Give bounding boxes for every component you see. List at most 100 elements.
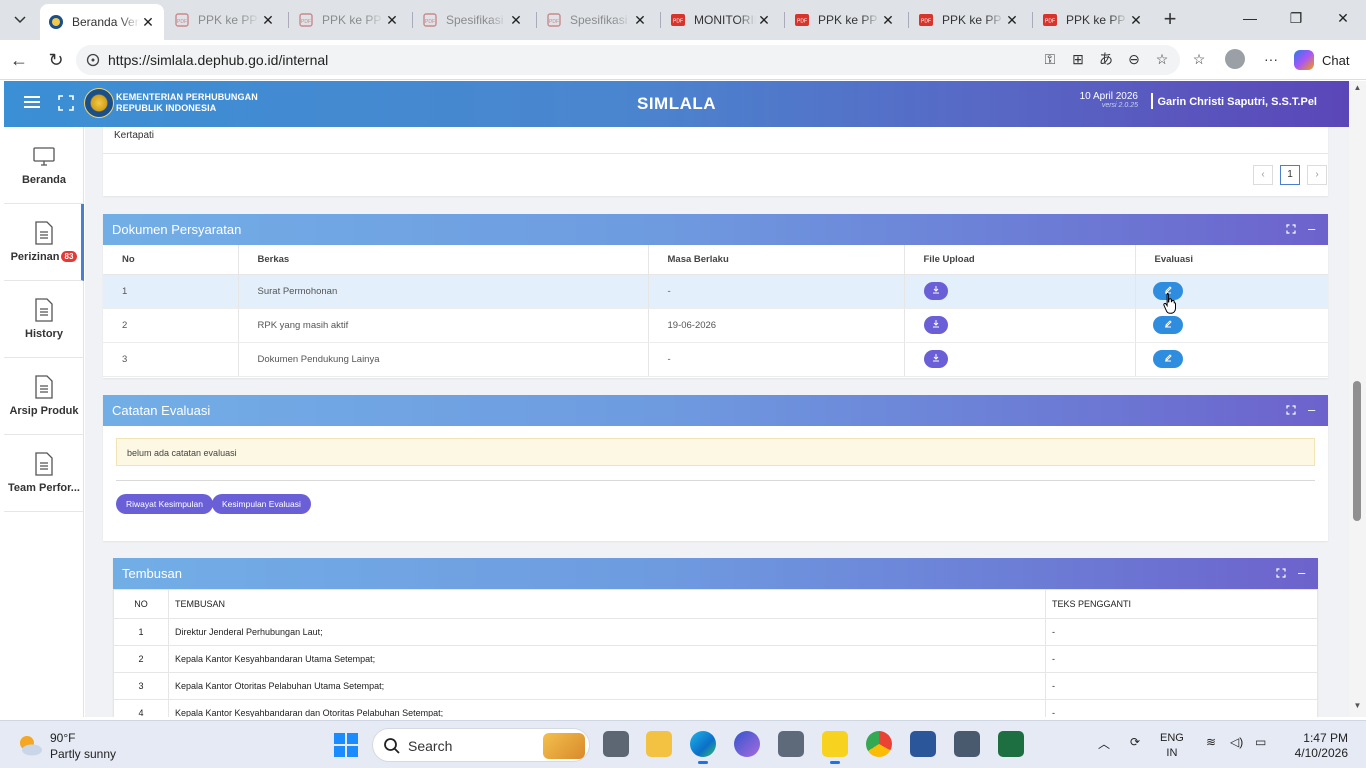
sticky-notes-icon[interactable]: [822, 731, 848, 764]
close-tab-icon[interactable]: ✕: [756, 12, 772, 29]
minimize-icon[interactable]: —: [1240, 10, 1260, 30]
sidebar-item-team-performance[interactable]: Team Perfor...: [4, 435, 84, 512]
more-dots-icon[interactable]: ···: [1262, 50, 1280, 68]
site-info-icon[interactable]: [86, 53, 100, 67]
kesimpulan-evaluasi-button[interactable]: Kesimpulan Evaluasi: [212, 494, 311, 514]
show-hidden-icons-chevron-icon[interactable]: ︿: [1098, 735, 1110, 752]
site-favicon-icon: [49, 15, 63, 29]
battery-icon[interactable]: ▭: [1255, 735, 1266, 749]
taskbar-search[interactable]: Search: [372, 728, 590, 762]
user-name[interactable]: Garin Christi Saputri, S.S.T.Pel: [1157, 96, 1317, 108]
tab-pdf[interactable]: PDF PPK ke PP Pe ✕: [910, 4, 1028, 36]
pager-page-button[interactable]: 1: [1280, 165, 1300, 185]
back-arrow-icon[interactable]: ←: [8, 49, 30, 71]
close-tab-icon[interactable]: ✕: [1128, 12, 1144, 29]
page-scrollbar[interactable]: ▲ ▼: [1349, 81, 1366, 717]
tab-actions-chevron-icon[interactable]: [6, 6, 34, 34]
volume-icon[interactable]: ◁): [1230, 735, 1243, 749]
column-header: TEKS PENGGANTI: [1045, 589, 1318, 619]
close-tab-icon[interactable]: ✕: [508, 12, 524, 29]
tab-pdf[interactable]: PDF Spesifikasi T ✕: [538, 4, 656, 36]
tab-label: PPK ke PP Pe: [198, 13, 260, 27]
collapse-minus-icon[interactable]: –: [1308, 402, 1315, 417]
card-header: Catatan Evaluasi –: [103, 395, 1328, 426]
tab-label: PPK ke PP Pe: [942, 13, 1004, 27]
hamburger-menu-icon[interactable]: [24, 96, 40, 110]
svg-text:PDF: PDF: [921, 19, 931, 25]
fullscreen-icon[interactable]: [58, 95, 74, 111]
key-icon[interactable]: ⚿: [1041, 50, 1059, 68]
tembusan-card: Tembusan – NO TEMBUSAN TEKS PENGGANTI 1 …: [113, 558, 1318, 717]
system-clock[interactable]: 1:47 PM 4/10/2026: [1282, 731, 1348, 761]
windows-start-icon[interactable]: [334, 733, 358, 757]
wifi-icon[interactable]: ≋: [1206, 735, 1216, 749]
tab-beranda[interactable]: Beranda Veri ✕: [40, 4, 164, 40]
chrome-browser-icon[interactable]: [866, 731, 892, 757]
sidebar-item-history[interactable]: History: [4, 281, 84, 358]
sidebar-item-beranda[interactable]: Beranda: [4, 127, 84, 204]
tab-pdf[interactable]: PDF MONITORIN ✕: [662, 4, 780, 36]
tab-pdf[interactable]: PDF PPK ke PP Pe ✕: [786, 4, 904, 36]
tab-pdf[interactable]: PDF PPK ke PP Pe ✕: [290, 4, 408, 36]
berkas-name: Dokumen Pendukung Lainya: [238, 342, 649, 377]
weather-widget[interactable]: 90°F Partly sunny: [16, 729, 166, 763]
dokumen-persyaratan-card: Dokumen Persyaratan – No Berkas Masa Ber…: [103, 214, 1328, 378]
new-tab-plus-icon[interactable]: +: [1158, 8, 1182, 32]
expand-icon[interactable]: [1286, 224, 1296, 234]
excel-app-icon[interactable]: [998, 731, 1024, 757]
tab-pdf[interactable]: PDF Spesifikasi T ✕: [414, 4, 532, 36]
copilot-app-icon[interactable]: [734, 731, 760, 757]
close-tab-icon[interactable]: ✕: [632, 12, 648, 29]
riwayat-kesimpulan-button[interactable]: Riwayat Kesimpulan: [116, 494, 214, 514]
favorites-list-icon[interactable]: ☆: [1190, 50, 1208, 68]
download-button[interactable]: [923, 282, 948, 300]
collapse-minus-icon[interactable]: –: [1308, 221, 1315, 236]
scrollbar-thumb[interactable]: [1353, 381, 1361, 521]
close-tab-icon[interactable]: ✕: [140, 14, 156, 31]
reload-icon[interactable]: ↻: [45, 49, 67, 71]
url-field[interactable]: https://simlala.dephub.go.id/internal: [76, 45, 1180, 75]
evaluasi-edit-button[interactable]: [1152, 350, 1183, 368]
scroll-up-arrow-icon[interactable]: ▲: [1349, 83, 1366, 97]
update-sync-icon[interactable]: ⟳: [1130, 735, 1140, 749]
sidebar-item-arsip-produk[interactable]: Arsip Produk: [4, 358, 84, 435]
input-language-indicator[interactable]: ENG IN: [1160, 731, 1184, 761]
file-explorer-icon[interactable]: [646, 731, 672, 757]
evaluasi-edit-button[interactable]: [1152, 316, 1183, 334]
expand-icon[interactable]: [1276, 568, 1286, 578]
tab-pdf[interactable]: PDF PPK ke PP Pe ✕: [1034, 4, 1152, 36]
close-window-icon[interactable]: ✕: [1333, 10, 1353, 30]
zoom-out-icon[interactable]: ⊖: [1125, 50, 1143, 68]
teks-pengganti: -: [1045, 645, 1318, 673]
close-tab-icon[interactable]: ✕: [1004, 12, 1020, 29]
word-app-icon[interactable]: [910, 731, 936, 757]
weather-temperature: 90°F: [50, 731, 76, 745]
close-tab-icon[interactable]: ✕: [880, 12, 896, 29]
download-button[interactable]: [923, 350, 948, 368]
calculator-app-icon[interactable]: [954, 731, 980, 757]
pager-prev-button[interactable]: ‹: [1253, 165, 1273, 185]
edge-browser-icon[interactable]: [690, 731, 716, 764]
profile-avatar[interactable]: [1225, 49, 1245, 69]
collapse-minus-icon[interactable]: –: [1298, 565, 1305, 580]
expand-icon[interactable]: [1286, 405, 1296, 415]
close-tab-icon[interactable]: ✕: [384, 12, 400, 29]
column-header: NO: [113, 589, 169, 619]
copilot-chat-button[interactable]: Chat: [1294, 48, 1360, 72]
restore-icon[interactable]: ❐: [1286, 10, 1306, 30]
document-icon: [35, 375, 53, 399]
scroll-down-arrow-icon[interactable]: ▼: [1349, 701, 1366, 715]
camera-app-icon[interactable]: [778, 731, 804, 757]
download-button[interactable]: [923, 316, 948, 334]
tab-label: Spesifikasi T: [446, 13, 508, 27]
pager-next-button[interactable]: ›: [1307, 165, 1327, 185]
sidebar-item-perizinan[interactable]: Perizinan 83: [4, 204, 84, 281]
app-install-icon[interactable]: ⊞: [1069, 50, 1087, 68]
browser-tab-bar: Beranda Veri ✕ PDF PPK ke PP Pe ✕ PDF PP…: [0, 0, 1366, 40]
translate-icon[interactable]: あ: [1097, 50, 1115, 68]
task-view-icon[interactable]: [603, 731, 629, 757]
close-tab-icon[interactable]: ✕: [260, 12, 276, 29]
favorite-star-icon[interactable]: ☆: [1153, 50, 1171, 68]
tab-pdf[interactable]: PDF PPK ke PP Pe ✕: [166, 4, 284, 36]
svg-text:PDF: PDF: [177, 19, 187, 25]
